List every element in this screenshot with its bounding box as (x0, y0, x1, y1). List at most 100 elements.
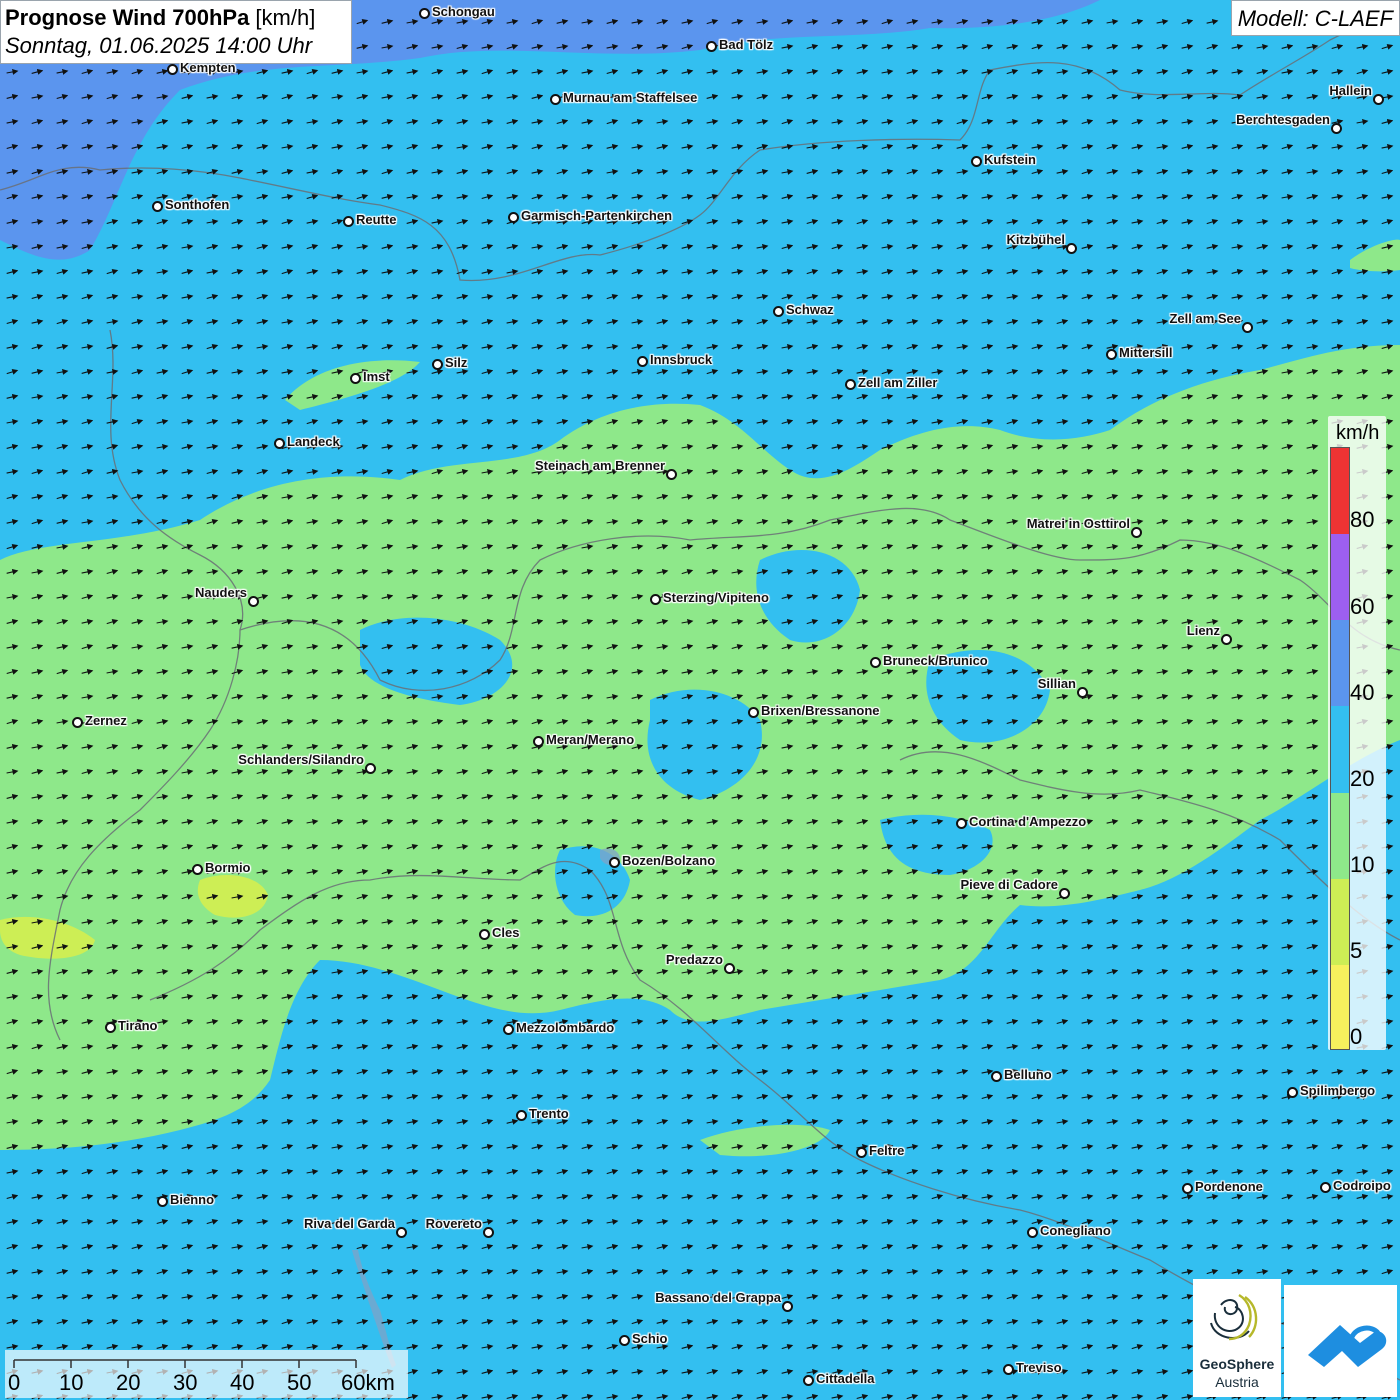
city-marker (192, 864, 203, 875)
legend-segment (1331, 534, 1349, 622)
city-marker (167, 64, 178, 75)
city-marker (650, 594, 661, 605)
city-marker (365, 763, 376, 774)
legend-label: 60 (1350, 594, 1375, 619)
logo-text-line1: GeoSphere (1199, 1356, 1275, 1372)
city-marker (343, 216, 354, 227)
city-marker (619, 1335, 630, 1346)
city-label: Bruneck/Brunico (883, 653, 988, 668)
city-marker (706, 41, 717, 52)
scale-label: 0 (8, 1370, 21, 1395)
city-marker (1373, 94, 1384, 105)
city-marker (1182, 1183, 1193, 1194)
legend-segment (1331, 792, 1349, 880)
city-marker (274, 438, 285, 449)
city-label: Murnau am Staffelsee (563, 90, 698, 105)
city-label: Meran/Merano (546, 732, 635, 747)
city-marker (396, 1227, 407, 1238)
city-label: Predazzo (665, 952, 723, 967)
city-marker (503, 1024, 514, 1035)
city-marker (516, 1110, 527, 1121)
city-label: Spilimbergo (1300, 1083, 1376, 1098)
cloud-arrow-icon (1308, 1325, 1387, 1367)
legend-label: 5 (1350, 938, 1363, 963)
city-marker (1287, 1087, 1298, 1098)
city-label: Nauders (194, 585, 247, 600)
city-label: Rovereto (425, 1216, 482, 1231)
map-title-unit: [km/h] (249, 5, 316, 30)
city-label: Kempten (180, 60, 236, 75)
city-label: Schongau (432, 4, 495, 19)
legend-label: 80 (1350, 507, 1375, 532)
city-marker (1320, 1182, 1331, 1193)
city-label: Berchtesgaden (1236, 112, 1330, 127)
city-label: Schlanders/Silandro (238, 752, 364, 767)
city-marker (533, 736, 544, 747)
legend-label: 20 (1350, 766, 1375, 791)
city-label: Pordenone (1195, 1179, 1263, 1194)
legend-color-bar (1330, 447, 1350, 1050)
map-title-box: Prognose Wind 700hPa [km/h] Sonntag, 01.… (0, 0, 352, 64)
city-label: Imst (363, 369, 390, 384)
scale-label: 10 (59, 1370, 84, 1395)
city-label: Zell am See (1169, 311, 1241, 326)
city-marker (956, 818, 967, 829)
scale-label: 30 (173, 1370, 198, 1395)
city-marker (637, 356, 648, 367)
city-label: Sonthofen (165, 197, 230, 212)
city-label: Mezzolombardo (516, 1020, 615, 1035)
map-title: Prognose Wind 700hPa [km/h] (5, 4, 347, 32)
city-marker (724, 963, 735, 974)
city-marker (1242, 322, 1253, 333)
city-marker (1003, 1364, 1014, 1375)
city-label: Conegliano (1040, 1223, 1111, 1238)
city-label: Bormio (205, 860, 251, 875)
city-marker (991, 1071, 1002, 1082)
city-marker (870, 657, 881, 668)
city-marker (1331, 123, 1342, 134)
city-label: Matrei in Osttirol (1026, 516, 1130, 531)
city-label: Bienno (170, 1192, 215, 1207)
city-label: Trento (529, 1106, 569, 1121)
legend-segment (1331, 448, 1349, 536)
city-label: Tirano (118, 1018, 158, 1033)
city-marker (1221, 634, 1232, 645)
city-label: Innsbruck (650, 352, 713, 367)
geosphere-emblem-icon (1210, 1293, 1258, 1341)
city-marker (105, 1022, 116, 1033)
city-marker (432, 359, 443, 370)
city-label: Schio (632, 1331, 668, 1346)
city-marker (773, 306, 784, 317)
legend-segment (1331, 964, 1349, 1049)
city-marker (152, 201, 163, 212)
city-marker (248, 596, 259, 607)
city-marker (803, 1375, 814, 1386)
city-marker (508, 212, 519, 223)
city-label: Pieve di Cadore (960, 877, 1058, 892)
city-label: Mittersill (1119, 345, 1173, 360)
city-label: Silz (445, 355, 468, 370)
city-marker (72, 717, 83, 728)
legend-segment (1331, 878, 1349, 966)
city-marker (748, 707, 759, 718)
city-label: Lienz (1186, 623, 1220, 638)
city-label: Kitzbühel (1006, 232, 1066, 247)
scale-label: 40 (230, 1370, 255, 1395)
legend-label: 10 (1350, 852, 1375, 877)
app-logo[interactable] (1284, 1285, 1397, 1397)
city-marker (971, 156, 982, 167)
city-label: Riva del Garda (303, 1216, 395, 1231)
city-label: Reutte (356, 212, 397, 227)
city-label: Schwaz (786, 302, 834, 317)
city-label: Bozen/Bolzano (622, 853, 716, 868)
city-label: Steinach am Brenner (534, 458, 665, 473)
city-label: Sterzing/Vipiteno (663, 590, 769, 605)
model-label: Modell: C-LAEF (1230, 0, 1400, 36)
city-label: Garmisch-Partenkirchen (521, 208, 673, 223)
city-label: Feltre (869, 1143, 905, 1158)
city-marker (483, 1227, 494, 1238)
city-marker (1059, 888, 1070, 899)
city-marker (1106, 349, 1117, 360)
scale-label: 50 (287, 1370, 312, 1395)
legend-segment (1331, 706, 1349, 794)
